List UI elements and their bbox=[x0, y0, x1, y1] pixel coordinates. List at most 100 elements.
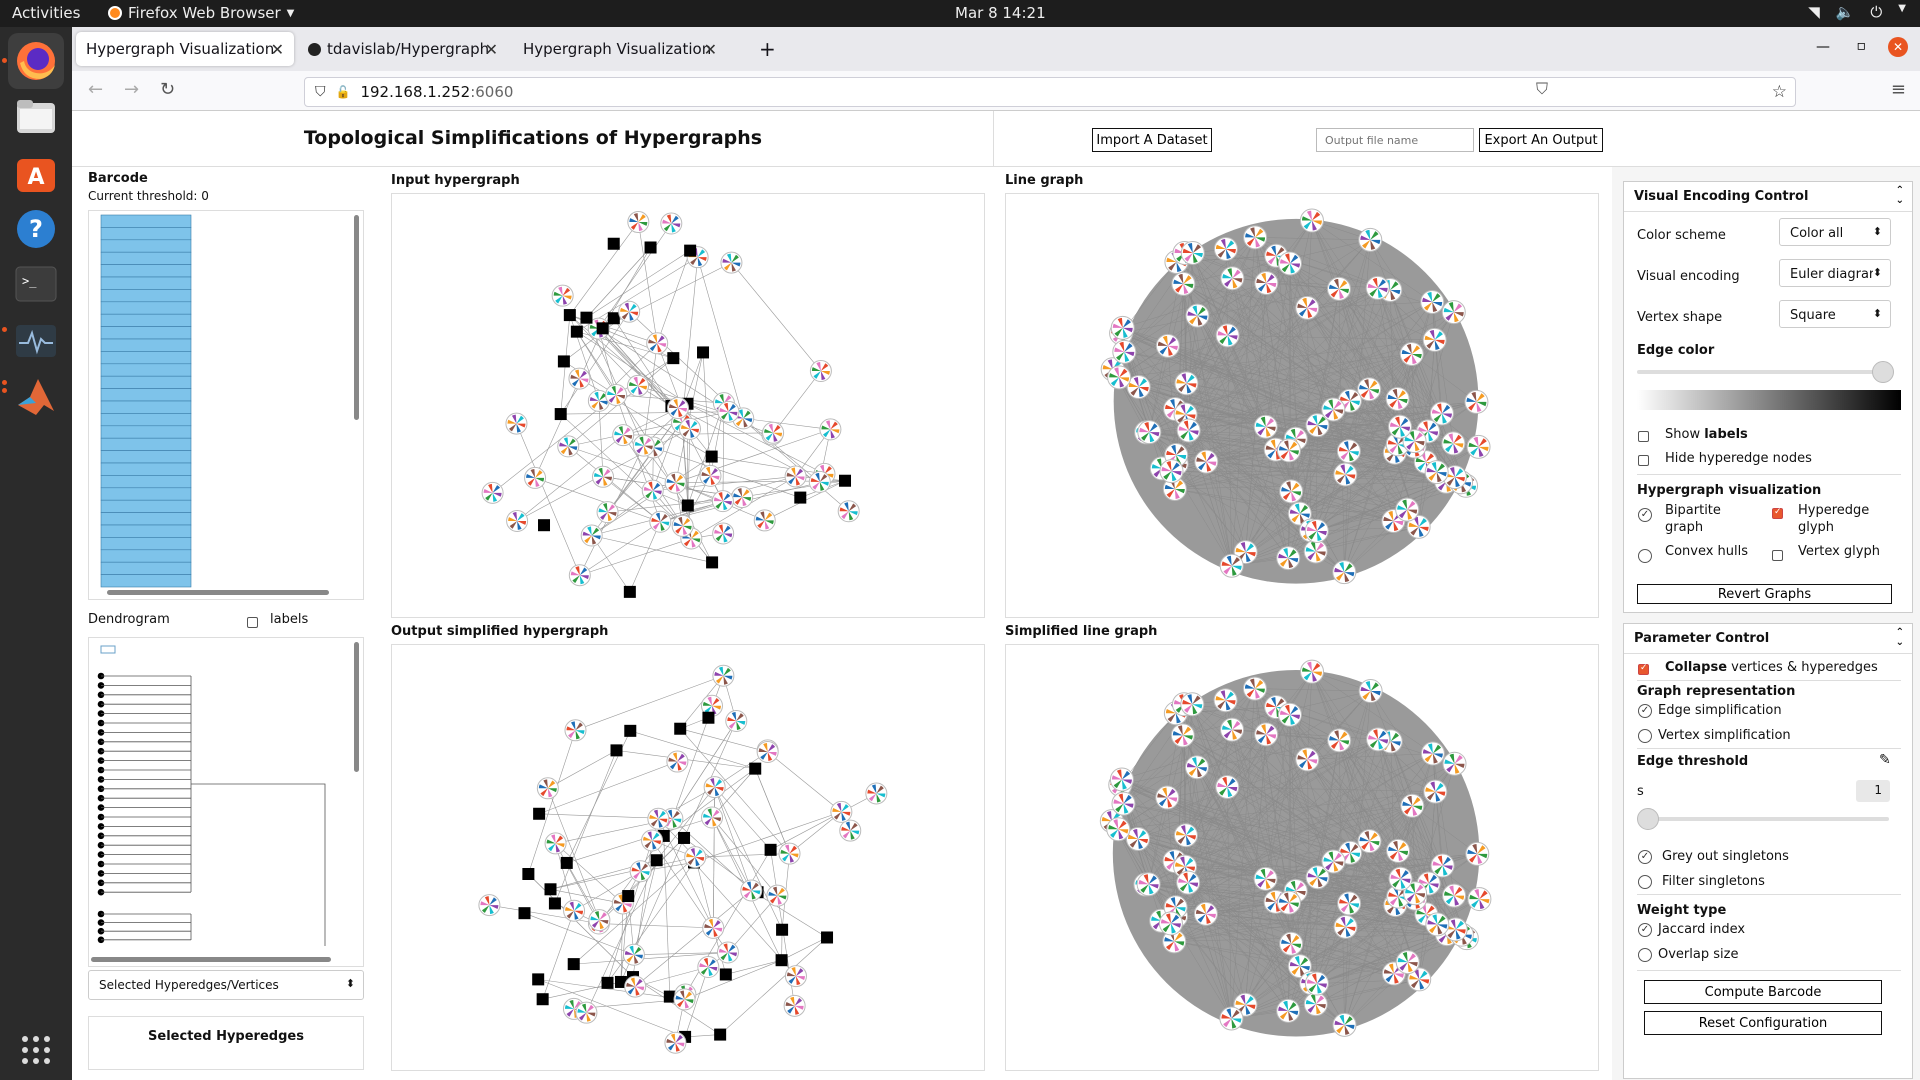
activities-button[interactable]: Activities bbox=[12, 4, 80, 22]
system-tray[interactable]: ◥ 🔈 ⏻ ▼ bbox=[1808, 3, 1906, 21]
hyperedge-glyph-checkbox[interactable] bbox=[1772, 507, 1783, 519]
hyperedge-glyph[interactable] bbox=[1159, 459, 1184, 484]
hyperedge-glyph[interactable] bbox=[647, 807, 670, 830]
hyperedge-glyph[interactable] bbox=[622, 943, 645, 966]
hyperedge-glyph[interactable] bbox=[1279, 479, 1304, 504]
hyperedge-glyph[interactable] bbox=[711, 490, 734, 513]
hyperedge-glyph[interactable] bbox=[524, 466, 547, 489]
reset-configuration-button[interactable]: Reset Configuration bbox=[1644, 1011, 1882, 1035]
vertex-node[interactable] bbox=[596, 322, 609, 335]
forward-arrow-icon[interactable]: → bbox=[124, 79, 139, 100]
hyperedge-glyph[interactable] bbox=[837, 500, 860, 523]
new-tab-button[interactable]: + bbox=[749, 32, 786, 66]
line-graph-panel[interactable] bbox=[1005, 193, 1599, 618]
dock-software[interactable]: A bbox=[8, 145, 64, 201]
hyperedge-glyph[interactable] bbox=[505, 412, 528, 435]
hyperedge-glyph[interactable] bbox=[1395, 950, 1420, 975]
hyperedge-glyph[interactable] bbox=[1170, 723, 1195, 748]
vertex-node[interactable] bbox=[674, 722, 687, 735]
hyperedge-glyph[interactable] bbox=[753, 509, 776, 532]
vertex-node[interactable] bbox=[681, 499, 694, 512]
hyperedge-glyph[interactable] bbox=[1304, 518, 1329, 543]
vertex-node[interactable] bbox=[538, 519, 551, 532]
hyperedge-glyph[interactable] bbox=[627, 211, 650, 234]
hyperedge-glyph[interactable] bbox=[703, 776, 726, 799]
hyperedge-glyph[interactable] bbox=[1425, 912, 1450, 937]
hyperedge-glyph[interactable] bbox=[1276, 546, 1301, 571]
show-labels-checkbox[interactable] bbox=[1638, 431, 1649, 442]
hyperedge-glyph[interactable] bbox=[699, 464, 722, 487]
hyperedge-glyph[interactable] bbox=[809, 360, 832, 383]
barcode-bar[interactable] bbox=[100, 239, 192, 253]
vertex-node[interactable] bbox=[775, 954, 788, 967]
hyperedge-glyph[interactable] bbox=[551, 284, 574, 307]
tab-hypergraph-visualization[interactable]: Hypergraph Visualization ✕ bbox=[76, 32, 294, 66]
color-scheme-select[interactable]: Color all ⬍ bbox=[1779, 218, 1891, 246]
url-bar[interactable]: ⛉ 🔓 192.168.1.252:6060 ☆ bbox=[304, 77, 1796, 107]
line-graph-canvas[interactable] bbox=[1006, 194, 1598, 617]
hyperedge-glyph[interactable] bbox=[1295, 747, 1320, 772]
hyperedge-glyph[interactable] bbox=[1303, 992, 1328, 1017]
output-hypergraph-panel[interactable] bbox=[391, 644, 985, 1071]
vertex-node[interactable] bbox=[622, 890, 635, 903]
hyperedge-glyph[interactable] bbox=[1388, 414, 1413, 439]
hyperedge-glyph[interactable] bbox=[720, 251, 743, 274]
hyperedge-glyph[interactable] bbox=[1106, 817, 1131, 842]
barcode-bar[interactable] bbox=[100, 214, 192, 228]
hyperedge-glyph[interactable] bbox=[712, 664, 735, 687]
barcode-panel[interactable] bbox=[88, 210, 364, 600]
hyperedge-glyph[interactable] bbox=[1420, 741, 1445, 766]
hyperedge-glyph[interactable] bbox=[1358, 227, 1383, 252]
hyperedge-glyph[interactable] bbox=[697, 956, 720, 979]
hyperedge-glyph[interactable] bbox=[1326, 276, 1351, 301]
vertex-node[interactable] bbox=[560, 856, 573, 869]
barcode-bar[interactable] bbox=[100, 487, 192, 501]
barcode-bar[interactable] bbox=[100, 537, 192, 551]
edge-threshold-slider-track[interactable] bbox=[1637, 817, 1889, 821]
bipartite-graph-radio[interactable]: ✓ bbox=[1638, 508, 1652, 522]
hyperedge-glyph[interactable] bbox=[830, 800, 853, 823]
grey-out-singletons-radio[interactable]: ✓ bbox=[1638, 850, 1652, 864]
overlap-size-radio[interactable] bbox=[1638, 948, 1652, 962]
hyperedge-glyph[interactable] bbox=[1112, 339, 1137, 364]
collapse-chevron-icon[interactable]: ⌃ ⌄ bbox=[1896, 628, 1904, 648]
vertex-node[interactable] bbox=[544, 883, 557, 896]
dock-files[interactable] bbox=[8, 89, 64, 145]
minimize-icon[interactable]: — bbox=[1816, 39, 1830, 55]
hyperedge-glyph[interactable] bbox=[481, 481, 504, 504]
pencil-icon[interactable]: ✎ bbox=[1879, 752, 1891, 768]
hyperedge-glyph[interactable] bbox=[1333, 462, 1358, 487]
reload-icon[interactable]: ↻ bbox=[160, 79, 175, 100]
hyperedge-glyph[interactable] bbox=[808, 470, 831, 493]
collapse-chevron-icon[interactable]: ⌃ ⌄ bbox=[1896, 186, 1904, 206]
hyperedge-glyph[interactable] bbox=[592, 465, 615, 488]
menu-icon[interactable]: ≡ bbox=[1891, 79, 1906, 100]
convex-hulls-radio[interactable] bbox=[1638, 549, 1652, 563]
hyperedge-glyph[interactable] bbox=[1467, 887, 1492, 912]
dendrogram-chart[interactable] bbox=[89, 638, 363, 966]
barcode-bar[interactable] bbox=[100, 499, 192, 513]
app-menu[interactable]: Firefox Web Browser ▼ bbox=[108, 4, 294, 22]
hyperedge-glyph[interactable] bbox=[1337, 891, 1362, 916]
hyperedge-glyph[interactable] bbox=[1303, 539, 1328, 564]
hyperedge-glyph[interactable] bbox=[1254, 722, 1279, 747]
vertex-node[interactable] bbox=[624, 724, 637, 737]
hyperedge-glyph[interactable] bbox=[575, 1001, 598, 1024]
hyperedge-glyph[interactable] bbox=[740, 879, 763, 902]
hyperedge-glyph[interactable] bbox=[725, 709, 748, 732]
hyperedge-glyph[interactable] bbox=[1219, 1006, 1244, 1031]
hyperedge-glyph[interactable] bbox=[1366, 727, 1391, 752]
vertex-node[interactable] bbox=[522, 867, 535, 880]
hyperedge-glyph[interactable] bbox=[1220, 266, 1245, 291]
hyperedge-glyph[interactable] bbox=[1388, 866, 1413, 891]
collapse-checkbox[interactable] bbox=[1638, 663, 1649, 675]
dock-matlab[interactable] bbox=[8, 369, 64, 425]
edge-color-slider-thumb[interactable] bbox=[1872, 361, 1894, 383]
barcode-bar[interactable] bbox=[100, 326, 192, 340]
maximize-icon[interactable]: ▫ bbox=[1857, 38, 1867, 54]
hyperedge-glyph[interactable] bbox=[632, 434, 655, 457]
hyperedge-glyph[interactable] bbox=[1442, 751, 1467, 776]
vertex-node[interactable] bbox=[705, 450, 718, 463]
barcode-bar[interactable] bbox=[100, 227, 192, 241]
vertex-node[interactable] bbox=[706, 556, 719, 569]
